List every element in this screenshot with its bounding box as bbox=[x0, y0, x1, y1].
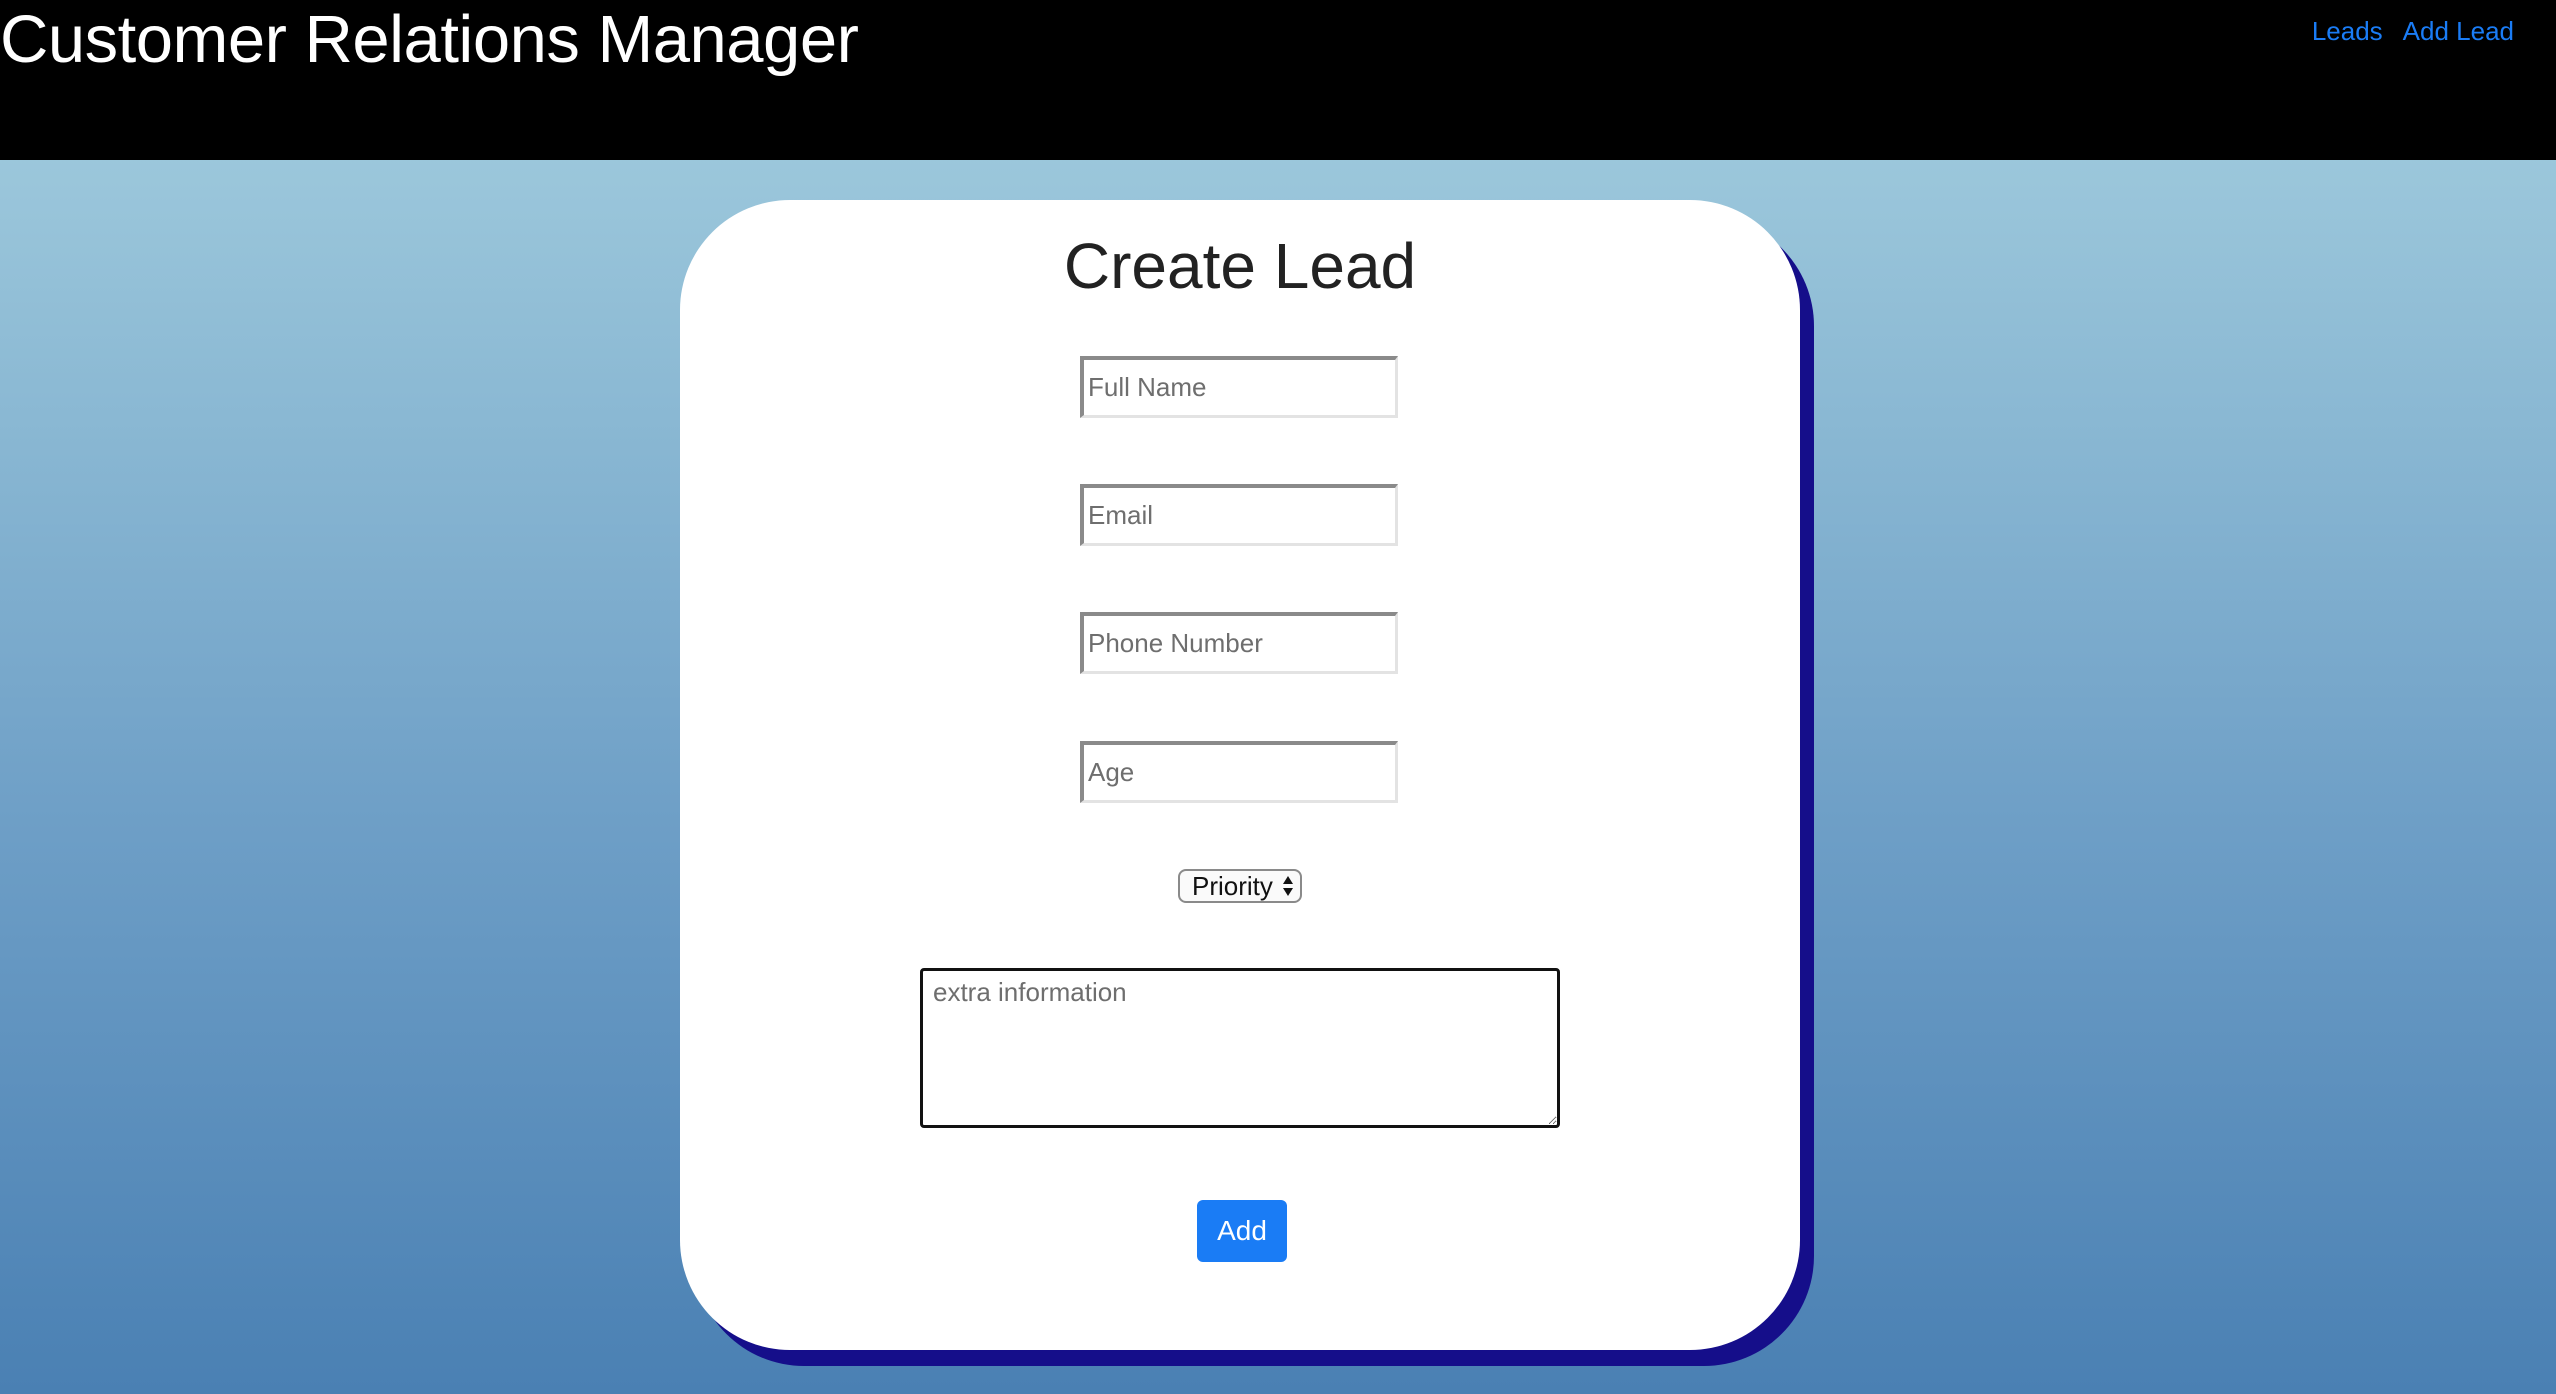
top-bar: Customer Relations Manager Leads Add Lea… bbox=[0, 0, 2556, 160]
nav-link-leads[interactable]: Leads bbox=[2312, 14, 2383, 48]
priority-select[interactable]: Priority bbox=[1178, 869, 1302, 903]
full-name-input[interactable] bbox=[1080, 356, 1398, 418]
phone-number-input[interactable] bbox=[1080, 612, 1398, 674]
app-title: Customer Relations Manager bbox=[0, 2, 859, 77]
age-input[interactable] bbox=[1080, 741, 1398, 803]
add-button[interactable]: Add bbox=[1197, 1200, 1287, 1262]
nav-link-add-lead[interactable]: Add Lead bbox=[2403, 14, 2514, 48]
page-title: Create Lead bbox=[1063, 230, 1417, 302]
priority-select-value: Priority bbox=[1192, 871, 1273, 901]
extra-information-textarea[interactable] bbox=[920, 968, 1560, 1128]
top-nav: Leads Add Lead bbox=[2312, 14, 2514, 48]
email-input[interactable] bbox=[1080, 484, 1398, 546]
up-down-arrows-icon bbox=[1283, 876, 1293, 896]
create-lead-card: Create Lead Priority Add bbox=[680, 200, 1800, 1350]
